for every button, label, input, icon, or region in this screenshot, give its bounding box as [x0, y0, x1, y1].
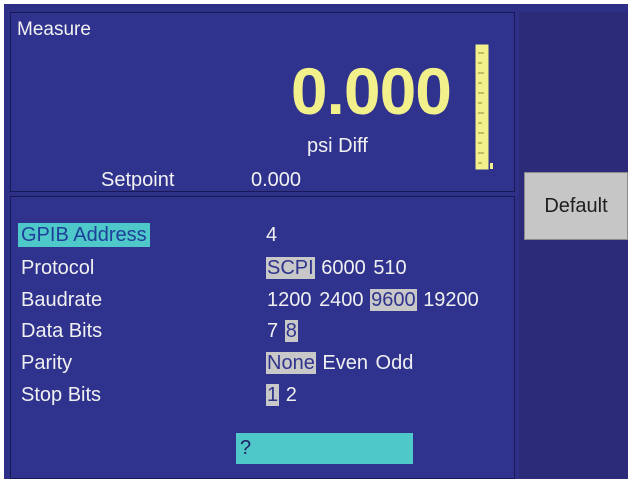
settings-panel: GPIB Address 4 Protocol SCPI 6000 510 Ba… — [10, 196, 515, 479]
baudrate-option-9600[interactable]: 9600 — [370, 289, 417, 311]
protocol-option-6000[interactable]: 6000 — [320, 257, 367, 279]
stop-bits-option-1[interactable]: 1 — [266, 384, 280, 406]
parity-option-none[interactable]: None — [266, 352, 316, 374]
parity-options[interactable]: None Even Odd — [266, 351, 414, 375]
protocol-option-scpi[interactable]: SCPI — [266, 257, 315, 279]
softkey-panel — [519, 12, 628, 479]
default-button[interactable]: Default — [524, 172, 628, 240]
measure-panel: Measure 0.000 psi Diff Setpoint 0.000 — [10, 12, 515, 192]
baudrate-option-19200[interactable]: 19200 — [422, 289, 480, 311]
data-bits-options[interactable]: 7 8 — [266, 319, 298, 343]
baudrate-option-2400[interactable]: 2400 — [318, 289, 365, 311]
gpib-address-value[interactable]: 4 — [266, 223, 277, 247]
gpib-address-number: 4 — [266, 224, 278, 246]
parity-label[interactable]: Parity — [21, 351, 72, 375]
protocol-option-510[interactable]: 510 — [372, 257, 407, 279]
baudrate-label[interactable]: Baudrate — [21, 288, 102, 312]
stop-bits-option-2[interactable]: 2 — [285, 384, 298, 406]
parity-option-odd[interactable]: Odd — [375, 352, 415, 374]
data-bits-option-8[interactable]: 8 — [284, 320, 298, 342]
parity-option-even[interactable]: Even — [321, 352, 369, 374]
setpoint-value: 0.000 — [251, 169, 302, 191]
measure-value: 0.000 — [290, 54, 452, 128]
entry-input[interactable]: ? — [236, 433, 413, 464]
setpoint-label: Setpoint — [101, 169, 175, 191]
bar-gauge — [475, 44, 493, 170]
measure-label: Measure — [17, 19, 91, 40]
data-bits-label[interactable]: Data Bits — [21, 319, 102, 343]
protocol-options[interactable]: SCPI 6000 510 — [266, 256, 408, 280]
instrument-screen: Measure 0.000 psi Diff Setpoint 0.000 GP… — [4, 4, 628, 479]
stop-bits-label[interactable]: Stop Bits — [21, 383, 101, 407]
stop-bits-options[interactable]: 1 2 — [266, 383, 298, 407]
protocol-label[interactable]: Protocol — [21, 256, 94, 280]
baudrate-options[interactable]: 1200 2400 9600 19200 — [266, 288, 480, 312]
data-bits-option-7[interactable]: 7 — [266, 320, 279, 342]
baudrate-option-1200[interactable]: 1200 — [266, 289, 313, 311]
gpib-address-label[interactable]: GPIB Address — [18, 223, 150, 247]
unit-label: psi Diff — [307, 135, 368, 157]
